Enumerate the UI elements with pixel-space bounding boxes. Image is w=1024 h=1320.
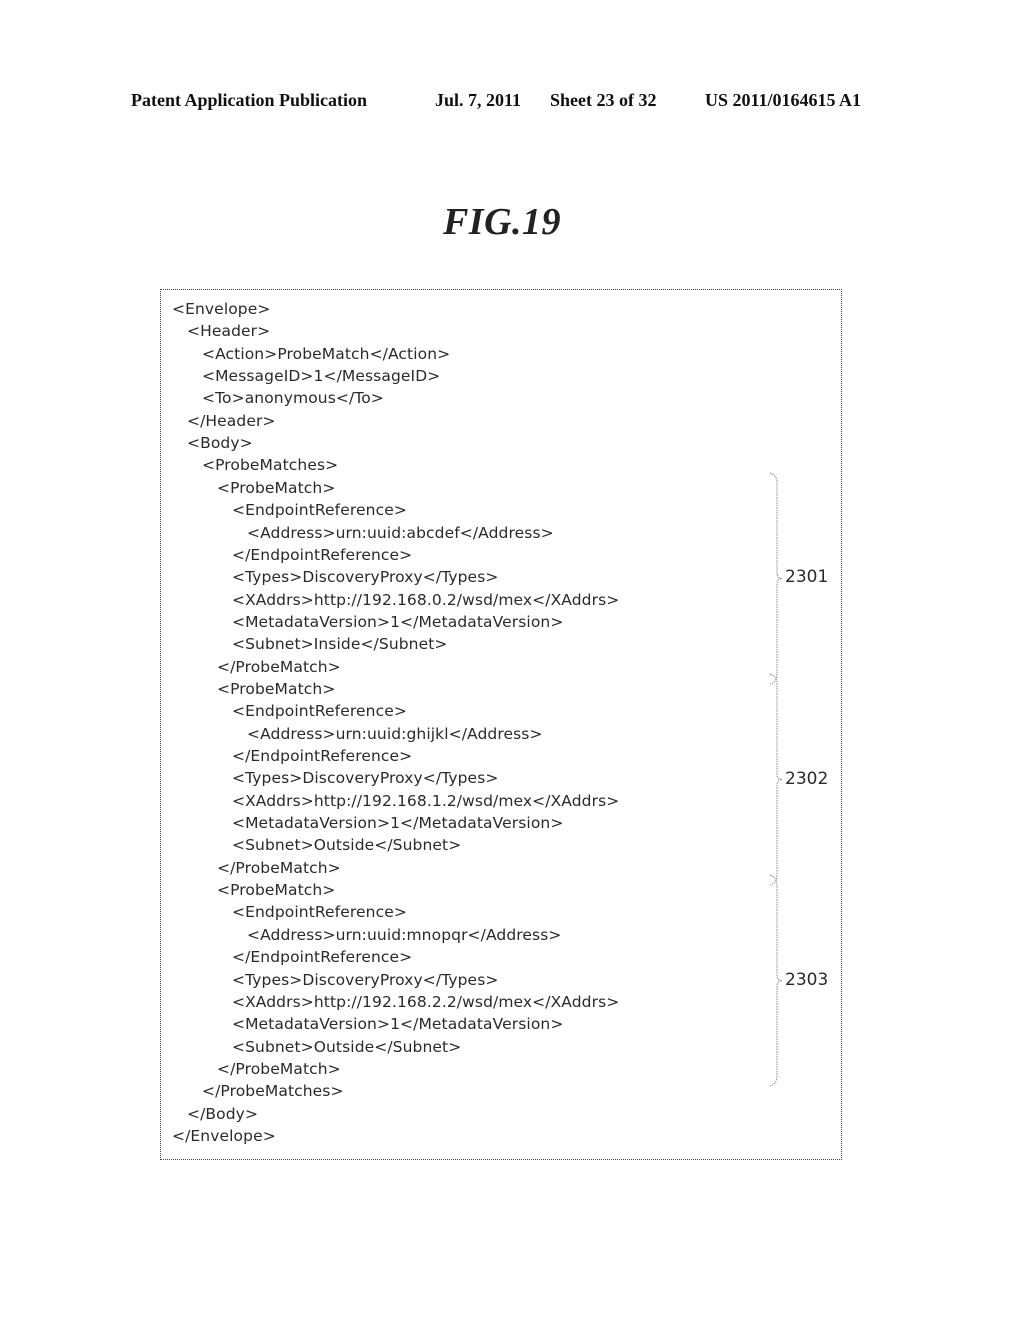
code-line: <Address>urn:uuid:abcdef</Address> xyxy=(247,523,554,542)
code-line: <XAddrs>http://192.168.1.2/wsd/mex</XAdd… xyxy=(232,791,620,810)
publication-label: Patent Application Publication xyxy=(131,90,368,110)
code-line: <Envelope> xyxy=(172,300,271,318)
code-line: <Types>DiscoveryProxy</Types> xyxy=(232,970,499,989)
code-line: <ProbeMatch> xyxy=(217,679,336,698)
code-line: <MetadataVersion>1</MetadataVersion> xyxy=(232,814,564,833)
code-line: </Body> xyxy=(187,1104,259,1123)
code-line: </ProbeMatch> xyxy=(217,1059,341,1078)
code-line: <ProbeMatches> xyxy=(202,456,339,475)
code-line: <EndpointReference> xyxy=(232,501,407,520)
code-line: </ProbeMatch> xyxy=(217,657,341,676)
code-line: <Subnet>Inside</Subnet> xyxy=(232,635,448,654)
reference-label-2302: 2302 xyxy=(785,768,829,789)
code-line: <ProbeMatch> xyxy=(217,478,336,497)
code-line: <EndpointReference> xyxy=(232,702,407,721)
code-line: </EndpointReference> xyxy=(232,948,413,967)
code-line: <Subnet>Outside</Subnet> xyxy=(232,1037,462,1056)
code-line: <ProbeMatch> xyxy=(217,881,336,900)
code-line: <Action>ProbeMatch</Action> xyxy=(202,344,451,363)
code-line: </ProbeMatch> xyxy=(217,858,341,877)
code-line: </Header> xyxy=(187,411,276,430)
sheet-number: Sheet 23 of 32 xyxy=(550,90,657,110)
code-line: <XAddrs>http://192.168.2.2/wsd/mex</XAdd… xyxy=(232,992,620,1011)
publication-date: Jul. 7, 2011 xyxy=(435,90,522,110)
code-line: <XAddrs>http://192.168.0.2/wsd/mex</XAdd… xyxy=(232,590,620,609)
code-line: </Envelope> xyxy=(172,1126,276,1145)
code-line: <MetadataVersion>1</MetadataVersion> xyxy=(232,1015,564,1034)
code-line: <Types>DiscoveryProxy</Types> xyxy=(232,568,499,587)
figure-title: FIG.19 xyxy=(442,201,562,243)
code-line: <EndpointReference> xyxy=(232,903,407,922)
code-line: <Types>DiscoveryProxy</Types> xyxy=(232,769,499,788)
code-line: </EndpointReference> xyxy=(232,747,413,765)
code-line: <MetadataVersion>1</MetadataVersion> xyxy=(232,612,564,631)
code-line: <Header> xyxy=(187,322,271,341)
code-line: <Subnet>Outside</Subnet> xyxy=(232,836,462,855)
reference-label-2303: 2303 xyxy=(785,969,829,990)
code-line: <Address>urn:uuid:mnopqr</Address> xyxy=(247,925,562,944)
code-line: <To>anonymous</To> xyxy=(202,389,384,408)
code-line: <MessageID>1</MessageID> xyxy=(202,367,441,386)
code-line: </ProbeMatches> xyxy=(202,1082,344,1101)
code-line: <Address>urn:uuid:ghijkl</Address> xyxy=(247,724,543,743)
reference-label-2301: 2301 xyxy=(785,567,829,588)
patent-number: US 2011/0164615 A1 xyxy=(705,90,862,110)
code-line: <Body> xyxy=(187,434,253,453)
code-line: </EndpointReference> xyxy=(232,545,413,564)
